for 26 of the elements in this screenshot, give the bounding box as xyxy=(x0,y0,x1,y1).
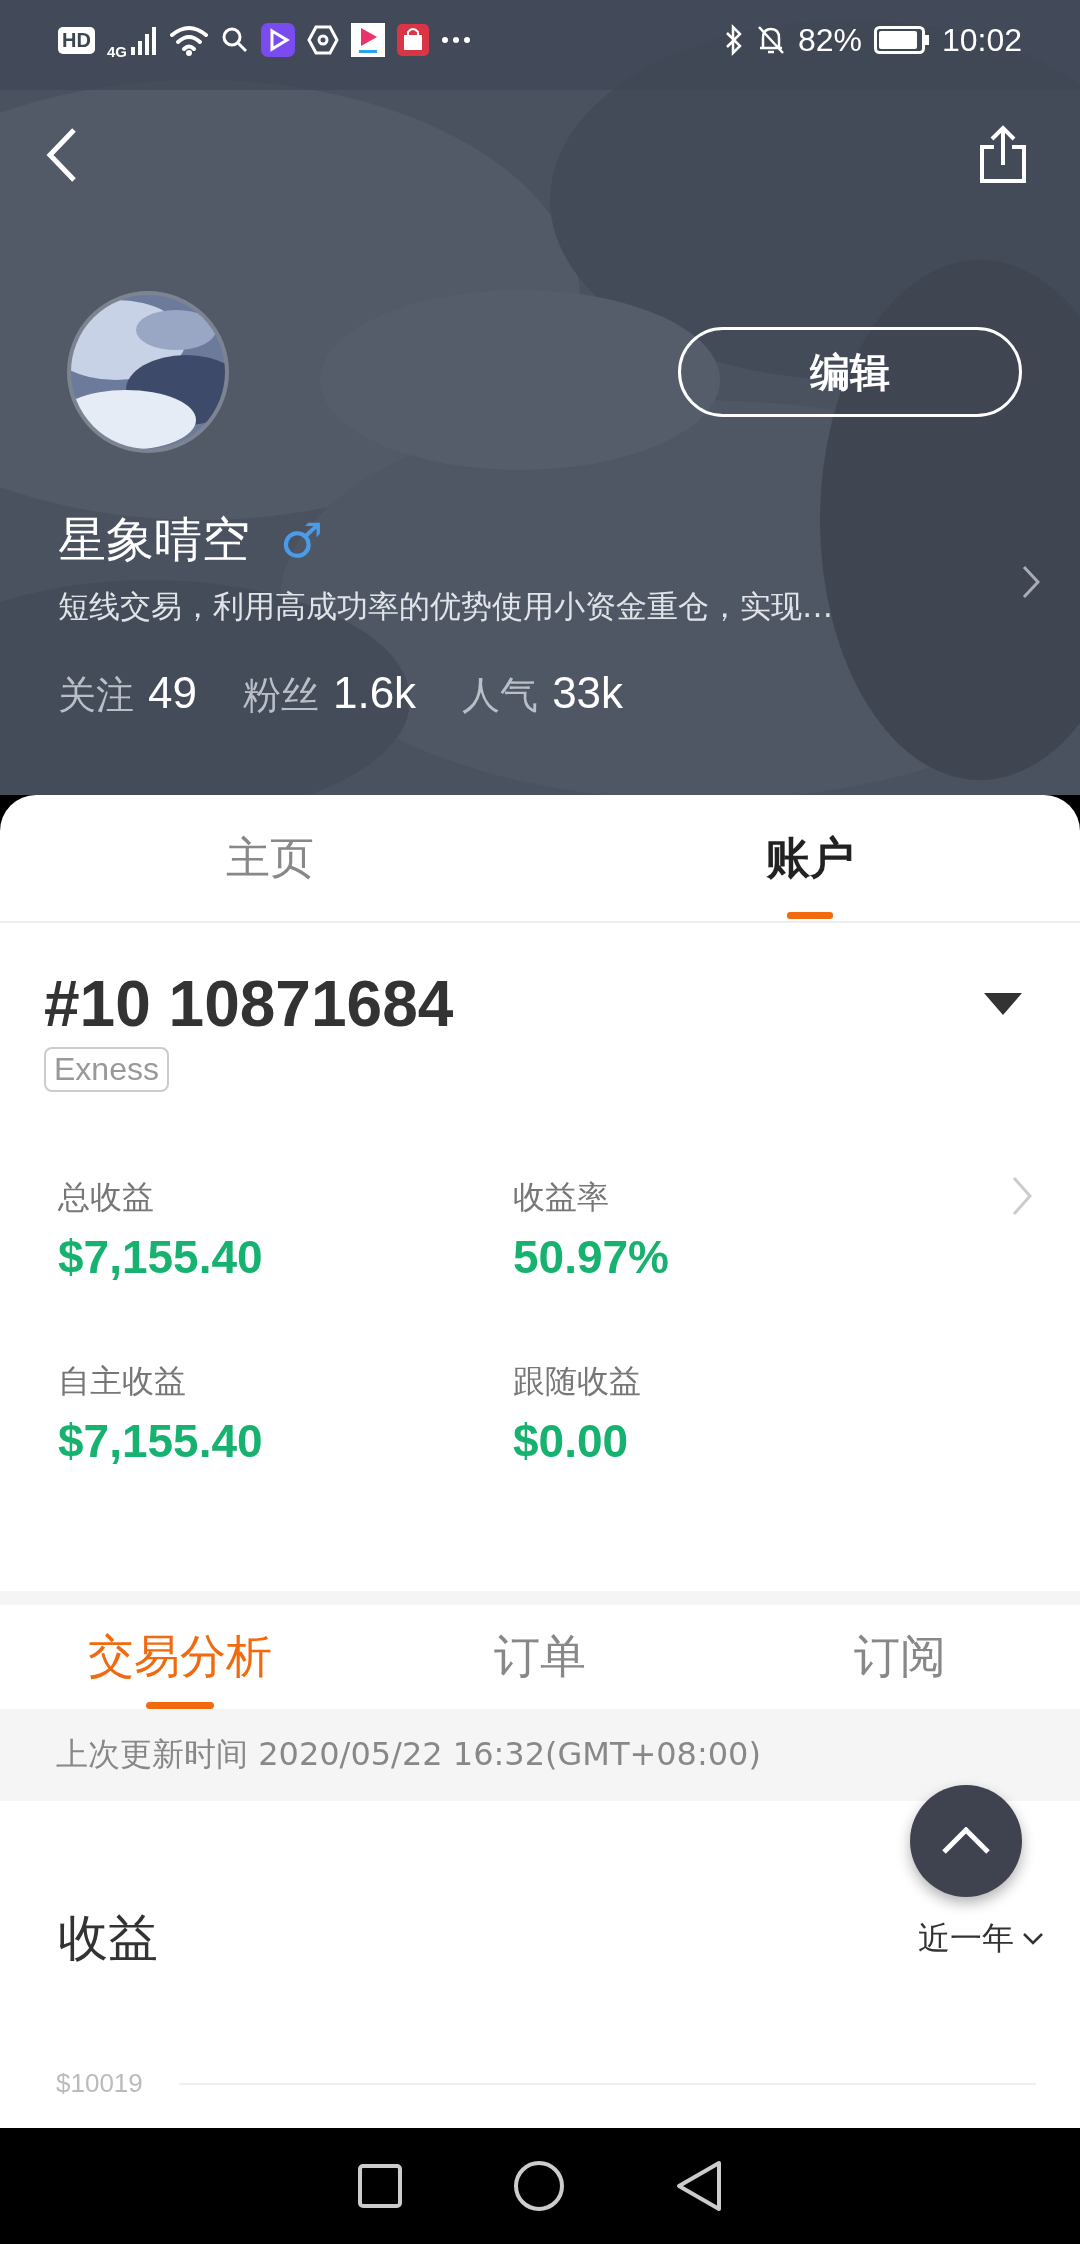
chevron-down-icon xyxy=(1022,1931,1044,1946)
metric-value: $7,155.40 xyxy=(58,1230,264,1284)
tab[interactable]: 账户 xyxy=(540,795,1080,921)
broker-tag: Exness xyxy=(44,1047,169,1092)
update-time: 上次更新时间 2020/05/22 16:32(GMT+08:00) xyxy=(56,1734,761,1775)
axis-label: $10019 xyxy=(56,2068,143,2099)
tab[interactable]: 主页 xyxy=(0,795,540,921)
triangle-icon[interactable] xyxy=(675,2160,723,2212)
chevron-up-icon xyxy=(941,1827,991,1855)
metric-value: 50.97% xyxy=(513,1230,670,1284)
metric-label: 跟随收益 xyxy=(513,1361,642,1402)
metric-label: 总收益 xyxy=(58,1177,155,1218)
metric-value: $7,155.40 xyxy=(58,1414,264,1468)
metric-label: 收益率 xyxy=(513,1177,610,1218)
section-title: 收益 xyxy=(58,1908,158,1969)
dropdown-icon[interactable] xyxy=(984,993,1022,1015)
circle-icon[interactable] xyxy=(513,2160,565,2212)
scroll-top-button[interactable] xyxy=(910,1785,1022,1897)
metric-label: 自主收益 xyxy=(58,1361,187,1402)
metric-value: $0.00 xyxy=(513,1414,630,1468)
square-icon[interactable] xyxy=(357,2163,403,2209)
account-number: #10 10871684 xyxy=(44,967,454,1041)
tab[interactable]: 交易分析 xyxy=(0,1605,360,1709)
tab[interactable]: 订单 xyxy=(360,1605,720,1709)
tab[interactable]: 订阅 xyxy=(720,1605,1080,1709)
period-dropdown[interactable]: 近一年 xyxy=(918,1916,1044,1961)
